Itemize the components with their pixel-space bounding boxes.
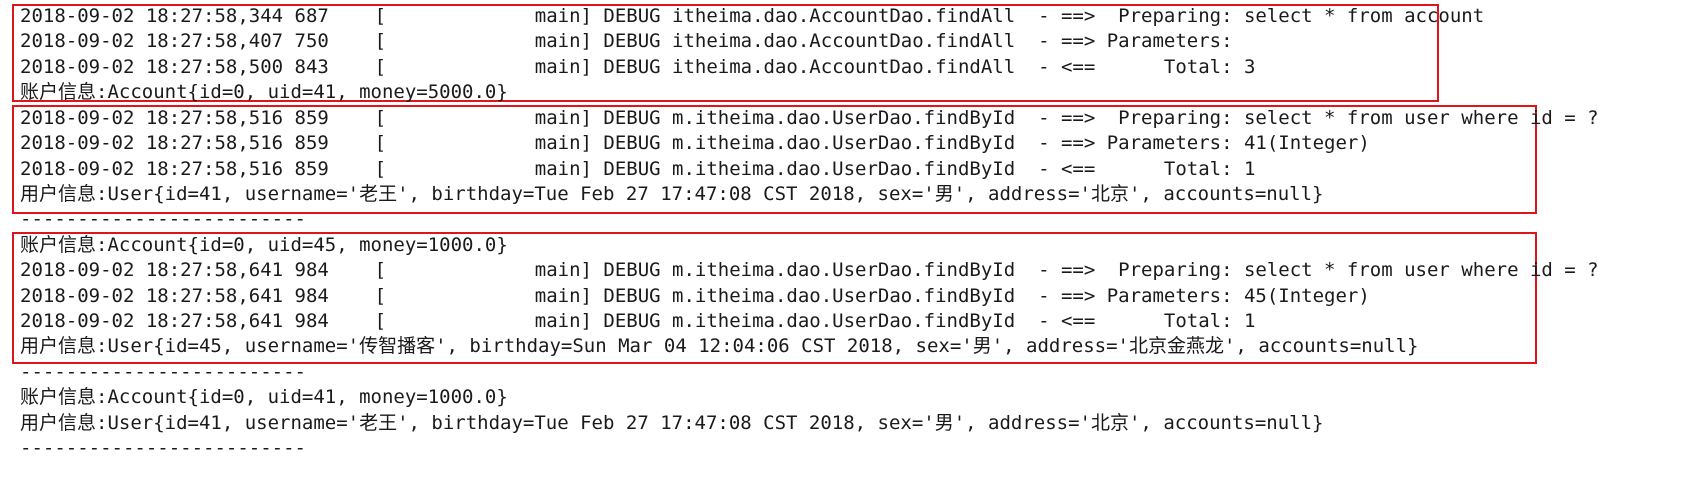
log-line: 2018-09-02 18:27:58,516 859 [ main] DEBU…	[20, 158, 1256, 180]
log-line: 2018-09-02 18:27:58,516 859 [ main] DEBU…	[20, 107, 1599, 129]
separator-line: -------------------------	[20, 208, 306, 230]
separator-line: -------------------------	[20, 437, 306, 459]
log-line: 2018-09-02 18:27:58,344 687 [ main] DEBU…	[20, 5, 1485, 27]
log-line: 用户信息:User{id=41, username='老王', birthday…	[20, 412, 1324, 434]
log-line: 账户信息:Account{id=0, uid=41, money=5000.0}	[20, 81, 508, 103]
log-line: 2018-09-02 18:27:58,641 984 [ main] DEBU…	[20, 285, 1370, 307]
separator-line: -------------------------	[20, 361, 306, 383]
log-line: 2018-09-02 18:27:58,516 859 [ main] DEBU…	[20, 132, 1370, 154]
log-line: 账户信息:Account{id=0, uid=45, money=1000.0}	[20, 234, 508, 256]
log-line: 用户信息:User{id=45, username='传智播客', birthd…	[20, 335, 1419, 357]
log-line: 2018-09-02 18:27:58,407 750 [ main] DEBU…	[20, 30, 1233, 52]
log-line: 用户信息:User{id=41, username='老王', birthday…	[20, 183, 1324, 205]
console-output: 2018-09-02 18:27:58,344 687 [ main] DEBU…	[0, 0, 1697, 489]
log-line: 2018-09-02 18:27:58,500 843 [ main] DEBU…	[20, 56, 1256, 78]
log-line: 2018-09-02 18:27:58,641 984 [ main] DEBU…	[20, 259, 1599, 281]
log-line: 2018-09-02 18:27:58,641 984 [ main] DEBU…	[20, 310, 1256, 332]
log-line: 账户信息:Account{id=0, uid=41, money=1000.0}	[20, 386, 508, 408]
